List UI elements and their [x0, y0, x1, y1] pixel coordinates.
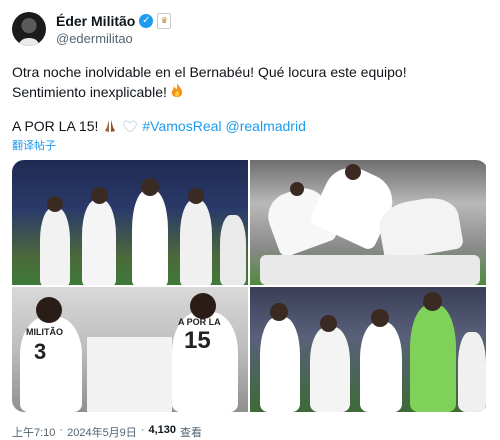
- shirt-name-left: MILITÃO: [26, 327, 63, 337]
- tweet-time[interactable]: 上午7:10: [12, 424, 55, 440]
- tweet-line-3-text: A POR LA 15!: [12, 118, 99, 134]
- author-name-row: Éder Militão ✓ ♛: [56, 13, 172, 29]
- real-madrid-crest-icon: ♛: [157, 13, 172, 29]
- tweet-header: Éder Militão ✓ ♛ @edermilitao: [12, 10, 488, 50]
- photo-player-pile[interactable]: [250, 160, 486, 285]
- translate-post-link[interactable]: 翻译帖子: [12, 137, 56, 153]
- hashtag-link[interactable]: #VamosReal: [142, 117, 221, 135]
- mention-link[interactable]: @realmadrid: [226, 117, 306, 135]
- meta-separator-2: ·: [140, 424, 145, 436]
- locker-table: [87, 337, 172, 412]
- shirt-number-left: 3: [34, 339, 47, 364]
- views-count: 4,130: [148, 424, 177, 436]
- photo-team-applause[interactable]: [250, 287, 486, 412]
- photo-locker-room[interactable]: MILITÃO 3 A POR LA 15: [12, 287, 248, 412]
- meta-separator: ·: [59, 424, 64, 436]
- tweet-line-3: A POR LA 15! #VamosReal @realmadrid: [12, 117, 306, 135]
- avatar[interactable]: [12, 12, 46, 46]
- tweet-line-2: Sentimiento inexplicable!: [12, 82, 488, 102]
- views-label: 查看: [180, 427, 203, 439]
- white-heart-icon: [123, 120, 138, 133]
- media-grid: MILITÃO 3 A POR LA 15: [12, 160, 488, 412]
- photo-stadium-celebration[interactable]: [12, 160, 248, 285]
- tweet-date[interactable]: 2024年5月9日: [67, 424, 137, 440]
- tweet-line-1: Otra noche inolvidable en el Bernabéu! Q…: [12, 64, 407, 80]
- praying-hands-icon: [105, 120, 116, 132]
- verified-check-icon: ✓: [139, 14, 154, 28]
- jersey-number: 15: [184, 327, 211, 354]
- author-handle[interactable]: @edermilitao: [56, 31, 133, 46]
- author-display-name[interactable]: Éder Militão: [56, 13, 135, 29]
- tweet-meta: 上午7:10 · 2024年5月9日 · 4,130 查看: [12, 424, 202, 440]
- tweet-text: Otra noche inolvidable en el Bernabéu! Q…: [12, 62, 488, 102]
- fire-icon: [171, 83, 183, 97]
- jersey-text: A POR LA: [178, 317, 221, 327]
